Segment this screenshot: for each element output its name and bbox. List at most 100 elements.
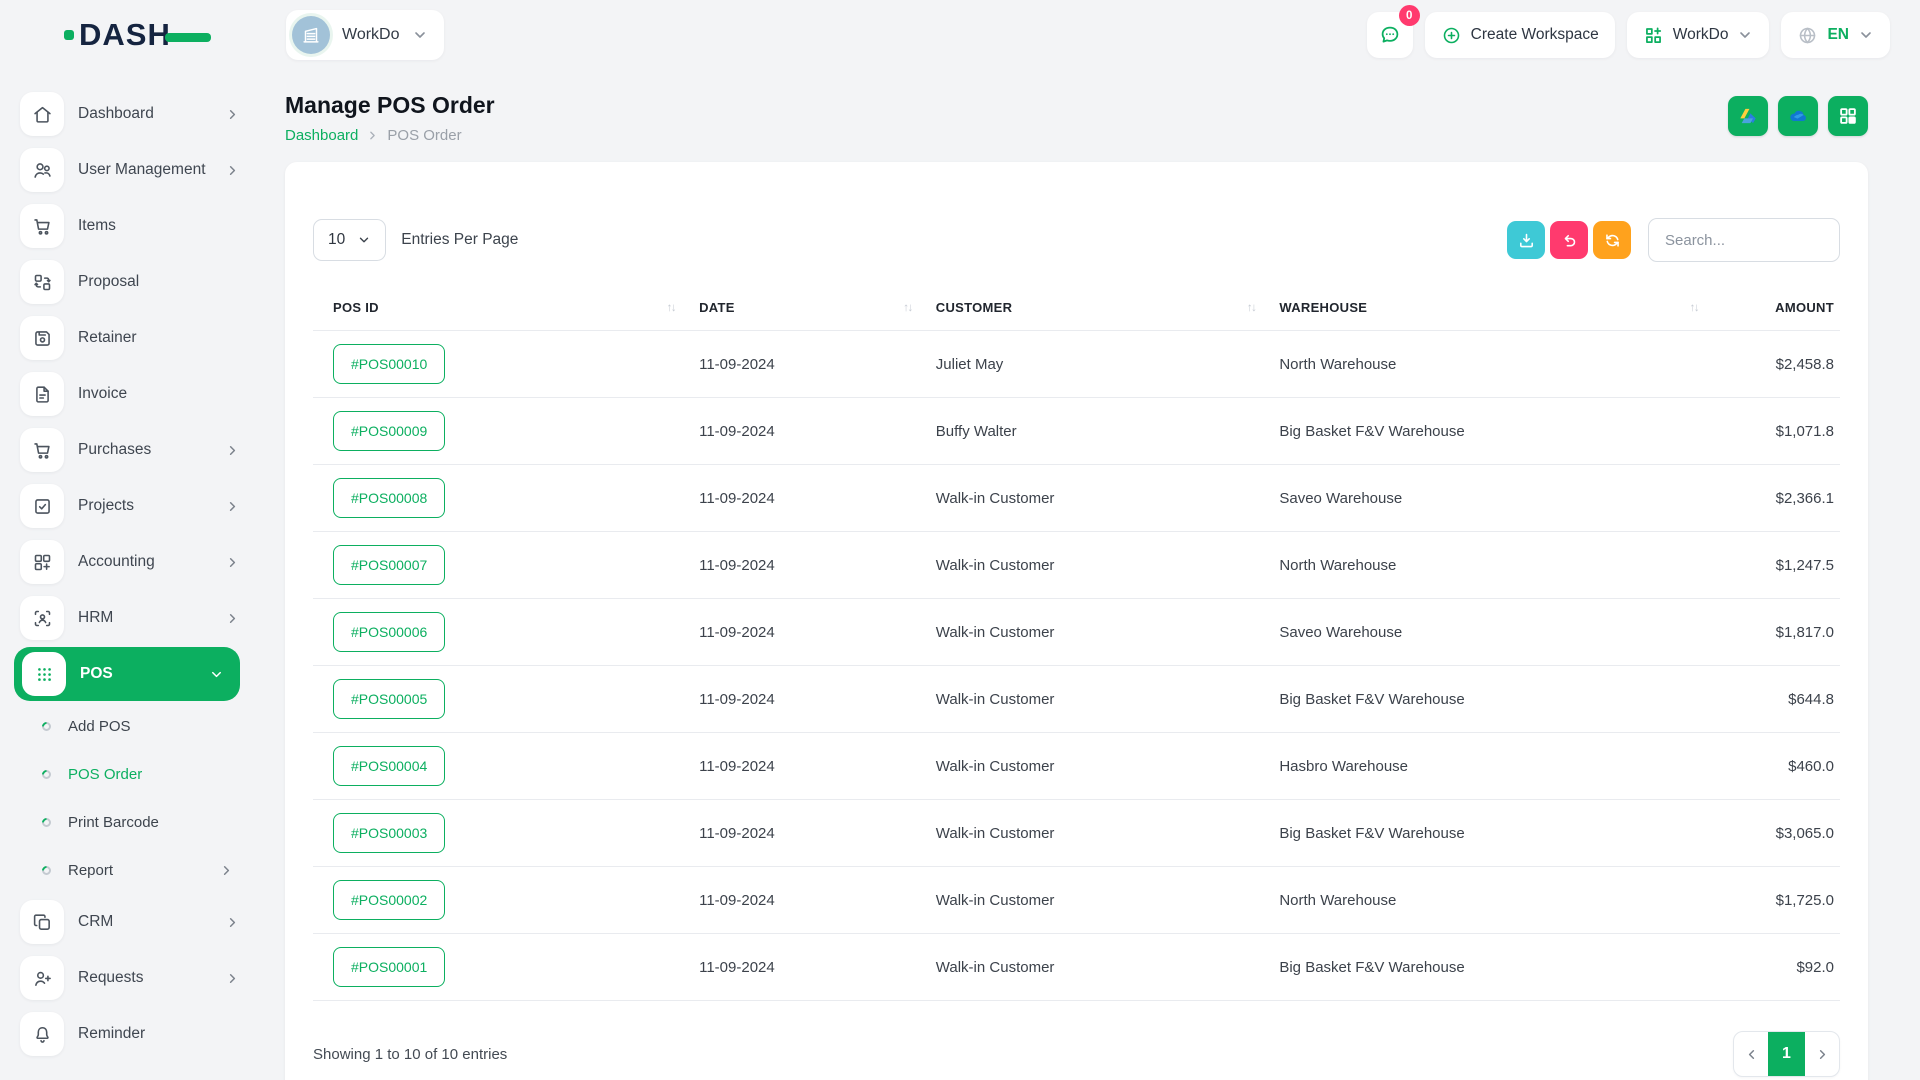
warehouse-cell: Saveo Warehouse [1267,465,1710,532]
column-header-amount[interactable]: AMOUNT [1710,290,1840,331]
page-title: Manage POS Order [285,92,495,119]
home-icon [32,104,53,125]
pos-id-button[interactable]: #POS00007 [333,545,445,585]
pos-id-button[interactable]: #POS00009 [333,411,445,451]
sort-icon: ↑↓ [1690,302,1699,314]
sort-icon: ↑↓ [667,302,676,314]
date-cell: 11-09-2024 [687,599,924,666]
entries-per-page-label: Entries Per Page [401,231,518,249]
breadcrumb-dashboard-link[interactable]: Dashboard [285,127,358,144]
pos-id-button[interactable]: #POS00004 [333,746,445,786]
grid-plus-icon [1643,25,1664,46]
entries-per-page-select[interactable]: 10 [313,219,386,261]
sidebar-nav: Dashboard User Management Items Proposal… [0,86,260,1062]
workspace-selector[interactable]: WorkDo [286,10,444,60]
page-header: Manage POS Order Dashboard POS Order [285,92,1868,144]
table-toolbar: 10 Entries Per Page [313,218,1840,262]
workdo-apps-button[interactable]: WorkDo [1627,12,1770,58]
table-header-row: ↑↓ POS ID ↑↓ DATE ↑↓ CUSTOMER ↑↓ WAREHOU… [313,290,1840,331]
sidebar-item-purchases[interactable]: Purchases [0,422,260,478]
pos-id-button[interactable]: #POS00001 [333,947,445,987]
sidebar-subitem-add-pos[interactable]: Add POS [0,702,260,750]
sidebar-item-crm[interactable]: CRM [0,894,260,950]
message-icon [1378,23,1402,47]
pagination-prev-button[interactable] [1734,1032,1768,1076]
column-header-pos-id[interactable]: ↑↓ POS ID [313,290,687,331]
sidebar-subitem-pos-order[interactable]: POS Order [0,750,260,798]
projects-icon [32,496,53,517]
column-header-customer[interactable]: ↑↓ CUSTOMER [924,290,1268,331]
table-footer: Showing 1 to 10 of 10 entries 1 [313,1031,1840,1077]
amount-cell: $1,071.8 [1710,398,1840,465]
pos-id-button[interactable]: #POS00003 [333,813,445,853]
sidebar-item-hrm[interactable]: HRM [0,590,260,646]
sidebar-item-proposal[interactable]: Proposal [0,254,260,310]
amount-cell: $1,817.0 [1710,599,1840,666]
pos-orders-table: ↑↓ POS ID ↑↓ DATE ↑↓ CUSTOMER ↑↓ WAREHOU… [313,290,1840,1001]
pos-id-button[interactable]: #POS00010 [333,344,445,384]
bullet-icon [40,816,53,829]
grid-button[interactable] [1828,96,1868,136]
pagination-page-button[interactable]: 1 [1768,1032,1805,1076]
sidebar-subitem-print-barcode[interactable]: Print Barcode [0,798,260,846]
messages-count-badge: 0 [1399,5,1420,26]
onedrive-button[interactable] [1778,96,1818,136]
pagination: 1 [1733,1031,1840,1077]
language-selector[interactable]: EN [1781,12,1890,58]
cart-icon [32,440,53,461]
chevron-down-icon [1737,27,1753,43]
amount-cell: $644.8 [1710,666,1840,733]
reminder-icon [32,1024,53,1045]
onedrive-icon [1787,105,1809,127]
entries-per-page-value: 10 [328,231,345,249]
pos-id-button[interactable]: #POS00005 [333,679,445,719]
pos-id-button[interactable]: #POS00006 [333,612,445,652]
chevron-right-icon [225,107,240,122]
hrm-icon [32,608,53,629]
sidebar-item-items[interactable]: Items [0,198,260,254]
refresh-icon [1603,231,1622,250]
warehouse-cell: Big Basket F&V Warehouse [1267,398,1710,465]
create-workspace-button[interactable]: Create Workspace [1425,12,1615,58]
accounting-icon [32,552,53,573]
warehouse-cell: Big Basket F&V Warehouse [1267,800,1710,867]
sidebar-item-projects[interactable]: Projects [0,478,260,534]
warehouse-cell: Hasbro Warehouse [1267,733,1710,800]
sidebar-item-requests[interactable]: Requests [0,950,260,1006]
refresh-button[interactable] [1593,221,1631,259]
sidebar-item-retainer[interactable]: Retainer [0,310,260,366]
warehouse-cell: Saveo Warehouse [1267,599,1710,666]
column-header-warehouse[interactable]: ↑↓ WAREHOUSE [1267,290,1710,331]
users-icon [32,160,53,181]
workspace-name: WorkDo [342,26,400,44]
sidebar-item-invoice[interactable]: Invoice [0,366,260,422]
warehouse-cell: North Warehouse [1267,867,1710,934]
warehouse-cell: Big Basket F&V Warehouse [1267,666,1710,733]
pagination-next-button[interactable] [1805,1032,1839,1076]
logo-dash-icon [165,33,211,42]
amount-cell: $460.0 [1710,733,1840,800]
sidebar-item-reminder[interactable]: Reminder [0,1006,260,1062]
search-input[interactable] [1648,218,1840,262]
chevron-right-icon [219,863,234,878]
download-button[interactable] [1507,221,1545,259]
sidebar-subitem-report[interactable]: Report [0,846,260,894]
messages-button[interactable]: 0 [1367,12,1413,58]
customer-cell: Walk-in Customer [924,532,1268,599]
amount-cell: $1,247.5 [1710,532,1840,599]
date-cell: 11-09-2024 [687,532,924,599]
pos-id-button[interactable]: #POS00002 [333,880,445,920]
sidebar-item-dashboard[interactable]: Dashboard [0,86,260,142]
sidebar-item-pos[interactable]: POS [14,647,240,701]
chevron-down-icon [357,233,371,247]
sidebar-item-user-management[interactable]: User Management [0,142,260,198]
grid-icon [1837,105,1859,127]
retainer-icon [32,328,53,349]
undo-button[interactable] [1550,221,1588,259]
sidebar-item-accounting[interactable]: Accounting [0,534,260,590]
column-header-date[interactable]: ↑↓ DATE [687,290,924,331]
google-drive-button[interactable] [1728,96,1768,136]
table-row: #POS00002 11-09-2024 Walk-in Customer No… [313,867,1840,934]
logo-text: DASH [79,17,171,53]
pos-id-button[interactable]: #POS00008 [333,478,445,518]
